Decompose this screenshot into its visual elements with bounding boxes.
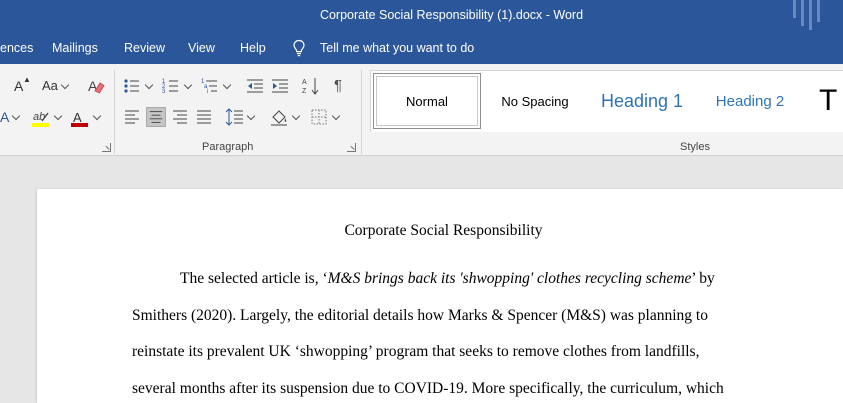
line1-prefix: The selected article is, ‘ (180, 270, 328, 287)
paragraph-line-2: Smithers (2020). Largely, the editorial … (132, 307, 708, 324)
style-no-spacing[interactable]: No Spacing (485, 73, 585, 129)
line-spacing-icon[interactable] (225, 107, 245, 127)
style-heading-1-label: Heading 1 (600, 90, 684, 111)
document-title: Corporate Social Responsibility (344, 222, 543, 239)
svg-text:A: A (302, 79, 307, 86)
style-normal[interactable]: Normal (373, 73, 481, 129)
chevron-down-icon[interactable] (13, 112, 20, 119)
paragraph-dialog-launcher-icon[interactable] (347, 143, 356, 152)
grow-font-arrow-icon: ▲ (23, 75, 31, 84)
svg-text:3: 3 (162, 89, 166, 95)
window-title: Corporate Social Responsibility (1).docx… (319, 8, 584, 22)
align-right-icon[interactable] (170, 107, 190, 127)
chevron-down-icon[interactable] (333, 112, 340, 119)
paragraph-group-label: Paragraph (202, 141, 254, 153)
highlight-color-icon[interactable]: ab (31, 109, 51, 129)
font-color-icon[interactable]: A (70, 109, 90, 129)
chevron-down-icon[interactable] (62, 81, 69, 88)
style-no-spacing-label: No Spacing (501, 93, 569, 109)
bullets-icon[interactable] (122, 76, 142, 96)
ribbon-tabs: ences Mailings Review View Help Tell me … (0, 33, 843, 64)
svg-text:Z: Z (302, 88, 307, 95)
paragraph-line-4: several months after its suspension due … (132, 380, 724, 397)
sort-icon[interactable]: AZ (301, 76, 321, 96)
decrease-indent-icon[interactable] (245, 76, 265, 96)
chevron-down-icon[interactable] (55, 112, 62, 119)
align-left-icon[interactable] (122, 107, 142, 127)
title-bar: Corporate Social Responsibility (1).docx… (0, 0, 843, 33)
numbering-icon[interactable]: 1 2 3 (161, 76, 181, 96)
style-title-label: T (819, 84, 838, 117)
chevron-down-icon[interactable] (293, 112, 300, 119)
svg-text:A: A (73, 110, 82, 125)
lightbulb-icon (293, 39, 305, 57)
style-normal-label: Normal (406, 93, 448, 109)
show-formatting-marks-icon[interactable]: ¶ (334, 77, 342, 94)
document-area: Corporate Social Responsibility The sele… (0, 157, 843, 403)
change-case-button[interactable]: Aa (42, 78, 58, 93)
tell-me-search[interactable]: Tell me what you want to do (320, 41, 474, 55)
chevron-down-icon[interactable] (224, 81, 231, 88)
increase-indent-icon[interactable] (270, 76, 290, 96)
ribbon: A ▲ Aa A A ab A 1 2 3 1 a i A Z ¶ Paragr… (0, 64, 843, 156)
article-title: M&S brings back its 'shwopping' clothes … (327, 270, 692, 287)
paragraph-line-1: The selected article is, ‘M&S brings bac… (180, 270, 715, 288)
tab-review[interactable]: Review (124, 41, 165, 55)
svg-text:ab: ab (33, 111, 45, 123)
style-heading-2[interactable]: Heading 2 (699, 73, 801, 129)
style-heading-1[interactable]: Heading 1 (589, 73, 695, 129)
tab-references[interactable]: ences (0, 41, 33, 55)
styles-gallery: Normal No Spacing Heading 1 Heading 2 T (370, 70, 843, 132)
style-heading-2-label: Heading 2 (715, 92, 785, 110)
chevron-down-icon[interactable] (248, 112, 255, 119)
tab-help[interactable]: Help (240, 41, 266, 55)
chevron-down-icon[interactable] (185, 81, 192, 88)
font-dialog-launcher-icon[interactable] (102, 143, 111, 152)
ribbon-display-icon[interactable] (793, 0, 829, 33)
tab-view[interactable]: View (188, 41, 215, 55)
line1-suffix: ’ by (691, 270, 715, 287)
shading-icon[interactable] (269, 107, 289, 127)
paragraph-line-3: reinstate its prevalent UK ‘shwopping’ p… (132, 343, 700, 360)
chevron-down-icon[interactable] (146, 81, 153, 88)
justify-icon[interactable] (194, 107, 214, 127)
chevron-down-icon[interactable] (94, 112, 101, 119)
grow-font-button[interactable]: A (14, 78, 23, 94)
document-page[interactable]: Corporate Social Responsibility The sele… (37, 189, 843, 403)
clear-formatting-icon[interactable]: A (86, 76, 106, 96)
borders-icon[interactable] (309, 107, 329, 127)
text-effects-icon[interactable]: A (0, 109, 9, 125)
svg-text:i: i (207, 89, 208, 95)
align-center-icon[interactable] (146, 107, 166, 127)
multilevel-list-icon[interactable]: 1 a i (200, 76, 220, 96)
style-title[interactable]: T (819, 73, 843, 129)
tab-mailings[interactable]: Mailings (52, 41, 98, 55)
styles-group-label: Styles (680, 141, 710, 153)
